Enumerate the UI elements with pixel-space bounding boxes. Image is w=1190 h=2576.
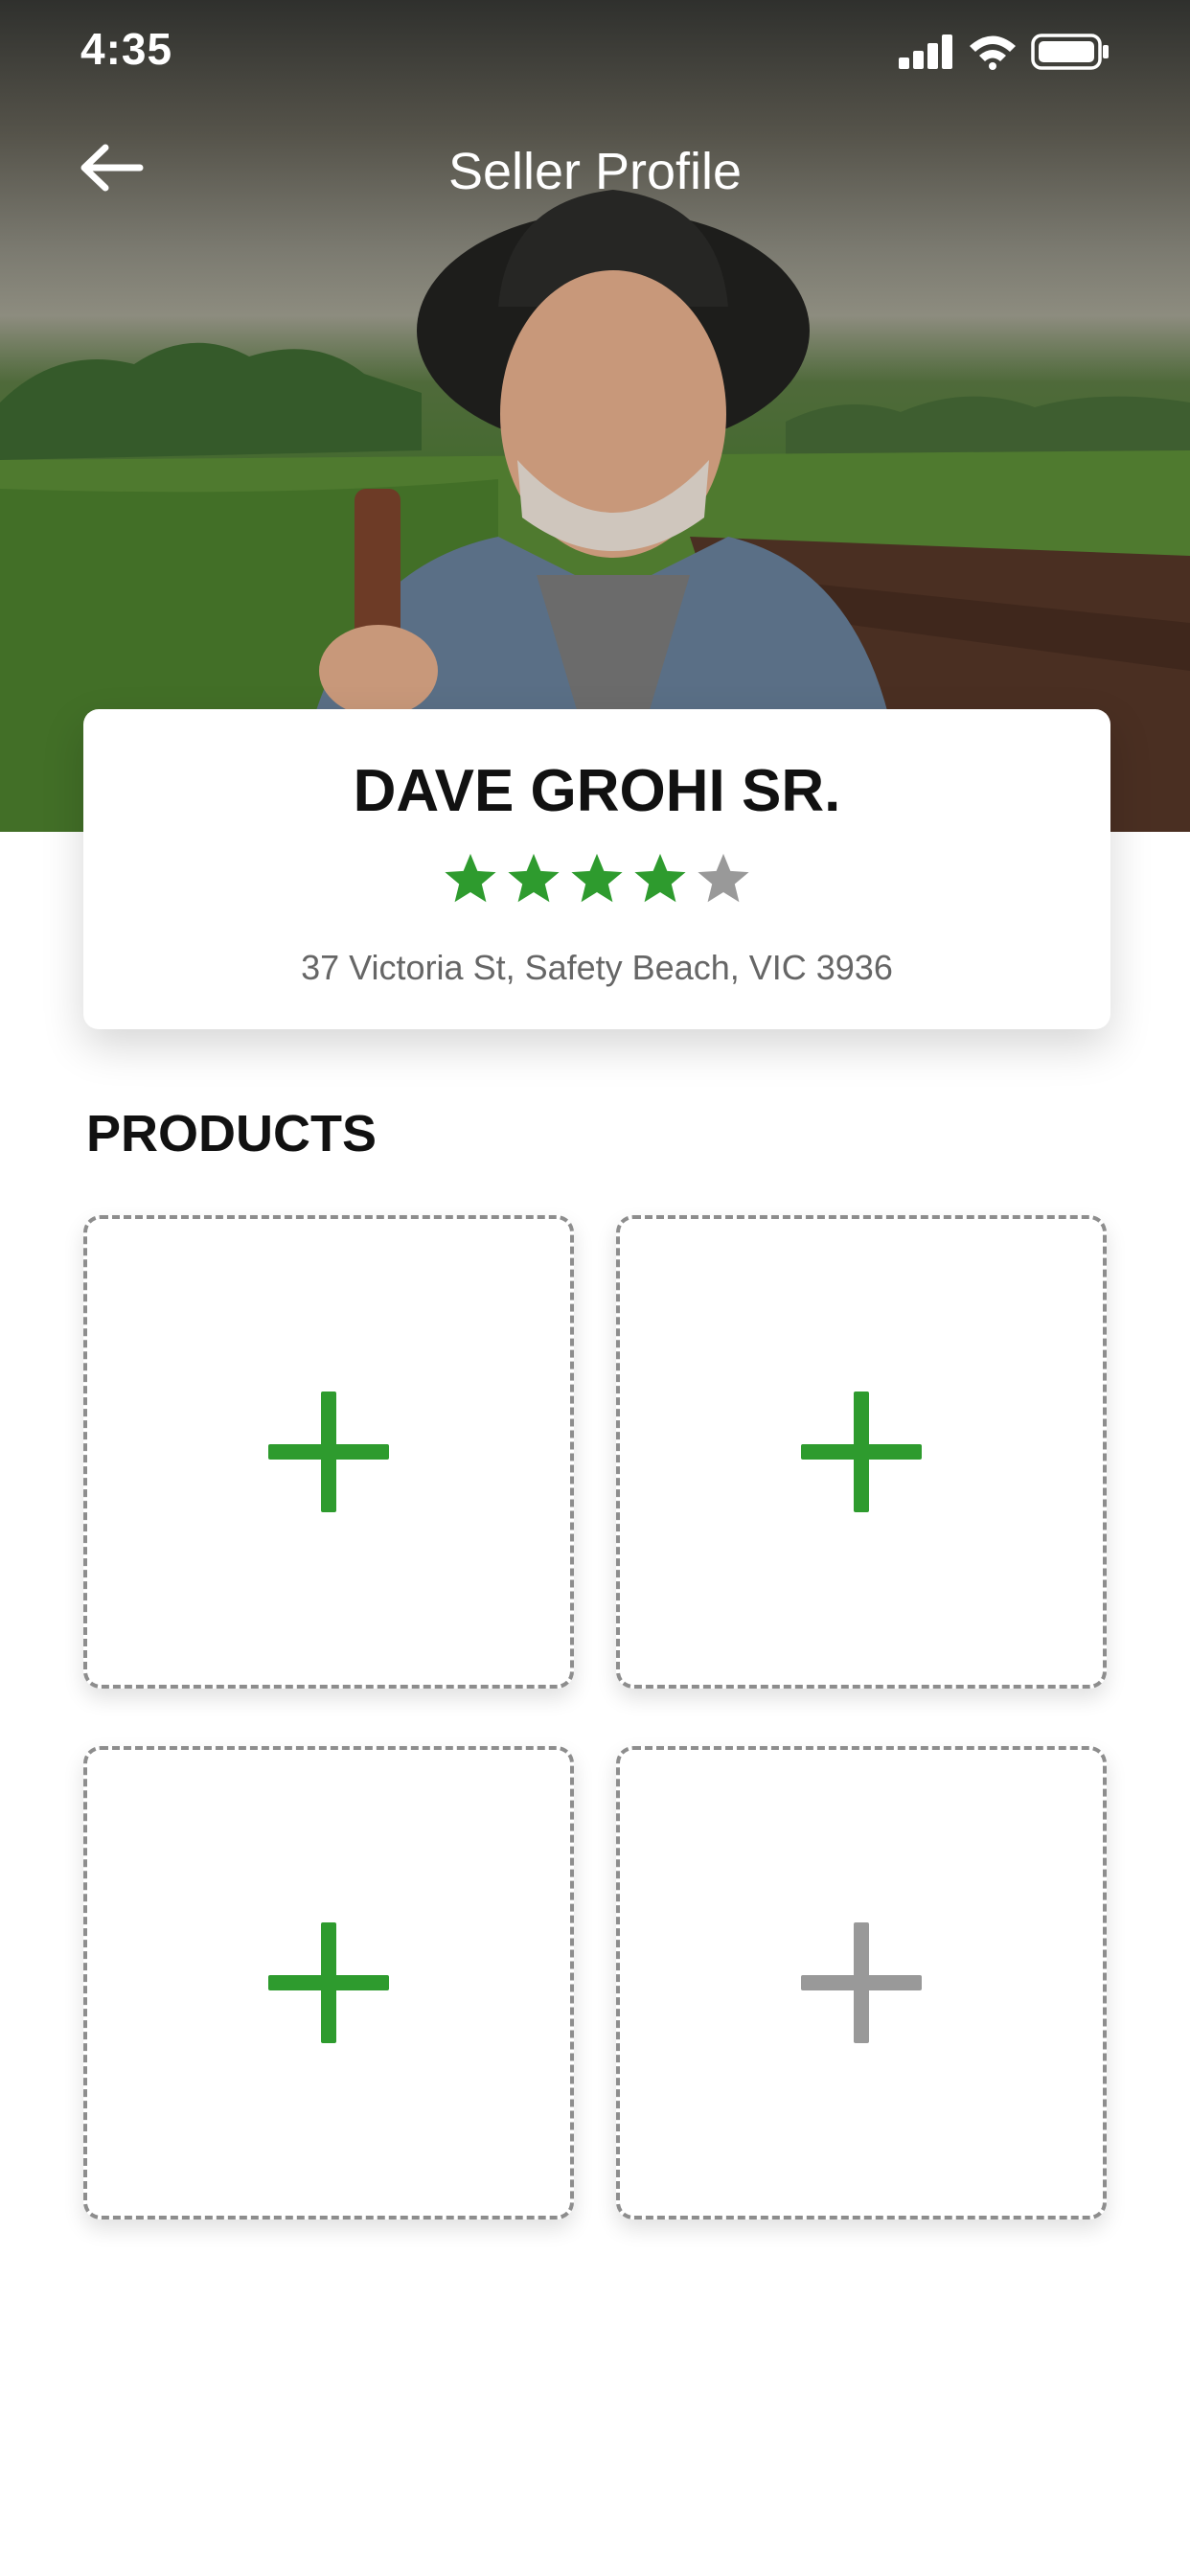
star-icon xyxy=(571,853,623,903)
add-product-slot[interactable] xyxy=(83,1746,574,2220)
star-icon xyxy=(508,853,560,903)
plus-icon xyxy=(268,1922,389,2043)
plus-icon xyxy=(801,1392,922,1512)
add-product-slot-disabled[interactable] xyxy=(616,1746,1107,2220)
plus-icon xyxy=(801,1922,922,2043)
status-time: 4:35 xyxy=(80,24,173,74)
seller-name: DAVE GROHI SR. xyxy=(353,758,841,824)
seller-address: 37 Victoria St, Safety Beach, VIC 3936 xyxy=(301,948,893,987)
add-product-slot[interactable] xyxy=(83,1215,574,1689)
battery-icon xyxy=(1031,34,1109,70)
star-icon xyxy=(698,853,749,903)
signal-icon xyxy=(899,34,952,69)
plus-icon xyxy=(268,1392,389,1512)
page-title: Seller Profile xyxy=(447,143,743,200)
star-icon xyxy=(634,853,686,903)
seller-rating xyxy=(83,851,1110,907)
profile-header-photo: 4:35 Seller Profile xyxy=(0,0,1190,832)
farmer-photo xyxy=(0,190,1190,832)
wifi-icon xyxy=(970,35,1016,70)
star-icon xyxy=(445,853,496,903)
seller-card: DAVE GROHI SR. 37 Victoria St, Safety Be… xyxy=(83,709,1110,1029)
add-product-slot[interactable] xyxy=(616,1215,1107,1689)
products-heading: PRODUCTS xyxy=(86,1105,378,1162)
status-indicators xyxy=(899,33,1110,71)
